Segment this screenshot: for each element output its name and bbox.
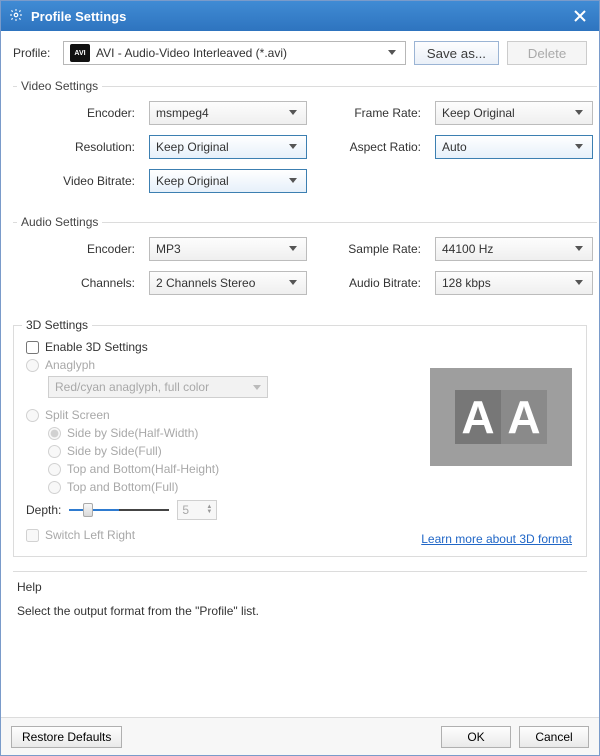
video-bitrate-label: Video Bitrate:	[17, 174, 135, 188]
gear-icon	[9, 8, 31, 25]
help-label: Help	[17, 580, 587, 594]
aspect-ratio-label: Aspect Ratio:	[321, 140, 421, 154]
ok-button[interactable]: OK	[441, 726, 511, 748]
save-as-button[interactable]: Save as...	[414, 41, 499, 65]
profile-value: AVI - Audio-Video Interleaved (*.avi)	[96, 46, 379, 60]
frame-rate-select[interactable]: Keep Original	[435, 101, 593, 125]
enable-3d-row[interactable]: Enable 3D Settings	[26, 340, 574, 354]
footer: Restore Defaults OK Cancel	[1, 717, 599, 755]
audio-settings-group: Audio Settings Encoder: MP3 Sample Rate:…	[13, 215, 597, 313]
audio-legend: Audio Settings	[17, 215, 102, 229]
sbs-half-radio	[48, 427, 61, 440]
chevron-down-icon	[385, 50, 399, 56]
anaglyph-mode-select: Red/cyan anaglyph, full color	[48, 376, 268, 398]
depth-slider	[69, 503, 169, 517]
three-d-settings-group: 3D Settings Enable 3D Settings Anaglyph …	[13, 325, 587, 557]
frame-rate-label: Frame Rate:	[321, 106, 421, 120]
chevron-down-icon	[286, 178, 300, 184]
audio-bitrate-select[interactable]: 128 kbps	[435, 271, 593, 295]
help-group: Help Select the output format from the "…	[13, 571, 587, 618]
window-title: Profile Settings	[31, 9, 569, 24]
tab-half-radio	[48, 463, 61, 476]
cancel-button[interactable]: Cancel	[519, 726, 589, 748]
tab-full-radio	[48, 481, 61, 494]
chevron-down-icon	[572, 110, 586, 116]
switch-lr-checkbox	[26, 529, 39, 542]
chevron-down-icon	[286, 110, 300, 116]
aspect-ratio-select[interactable]: Auto	[435, 135, 593, 159]
sample-rate-select[interactable]: 44100 Hz	[435, 237, 593, 261]
chevron-down-icon	[286, 144, 300, 150]
tab-full-option: Top and Bottom(Full)	[48, 480, 574, 494]
close-button[interactable]	[569, 5, 591, 27]
slider-thumb	[83, 503, 93, 517]
chevron-down-icon	[286, 280, 300, 286]
sample-rate-label: Sample Rate:	[321, 242, 421, 256]
enable-3d-checkbox[interactable]	[26, 341, 39, 354]
resolution-label: Resolution:	[17, 140, 135, 154]
video-encoder-select[interactable]: msmpeg4	[149, 101, 307, 125]
sbs-full-radio	[48, 445, 61, 458]
audio-bitrate-label: Audio Bitrate:	[321, 276, 421, 290]
video-settings-group: Video Settings Encoder: msmpeg4 Frame Ra…	[13, 79, 597, 211]
chevron-down-icon	[286, 246, 300, 252]
titlebar: Profile Settings	[1, 1, 599, 31]
channels-label: Channels:	[17, 276, 135, 290]
profile-label: Profile:	[13, 46, 55, 60]
depth-row: Depth: 5 ▲▼	[26, 500, 574, 520]
client-area: Profile: AVI AVI - Audio-Video Interleav…	[1, 31, 599, 717]
help-text: Select the output format from the "Profi…	[17, 604, 587, 618]
profile-row: Profile: AVI AVI - Audio-Video Interleav…	[13, 41, 587, 65]
chevron-down-icon	[572, 280, 586, 286]
restore-defaults-button[interactable]: Restore Defaults	[11, 726, 122, 748]
three-d-legend: 3D Settings	[22, 318, 92, 332]
channels-select[interactable]: 2 Channels Stereo	[149, 271, 307, 295]
profile-settings-window: Profile Settings Profile: AVI AVI - Audi…	[0, 0, 600, 756]
split-screen-radio	[26, 409, 39, 422]
spinner-arrows-icon: ▲▼	[206, 505, 212, 515]
depth-label: Depth:	[26, 503, 61, 517]
video-bitrate-select[interactable]: Keep Original	[149, 169, 307, 193]
anaglyph-radio	[26, 359, 39, 372]
three-d-preview: AA	[430, 368, 572, 466]
enable-3d-label: Enable 3D Settings	[45, 340, 148, 354]
audio-encoder-label: Encoder:	[17, 242, 135, 256]
video-encoder-label: Encoder:	[17, 106, 135, 120]
delete-button: Delete	[507, 41, 587, 65]
audio-encoder-select[interactable]: MP3	[149, 237, 307, 261]
video-legend: Video Settings	[17, 79, 102, 93]
chevron-down-icon	[253, 380, 261, 394]
depth-spinner: 5 ▲▼	[177, 500, 217, 520]
avi-format-icon: AVI	[70, 44, 90, 62]
profile-select[interactable]: AVI AVI - Audio-Video Interleaved (*.avi…	[63, 41, 406, 65]
resolution-select[interactable]: Keep Original	[149, 135, 307, 159]
learn-more-link[interactable]: Learn more about 3D format	[421, 532, 572, 546]
chevron-down-icon	[572, 246, 586, 252]
chevron-down-icon	[572, 144, 586, 150]
